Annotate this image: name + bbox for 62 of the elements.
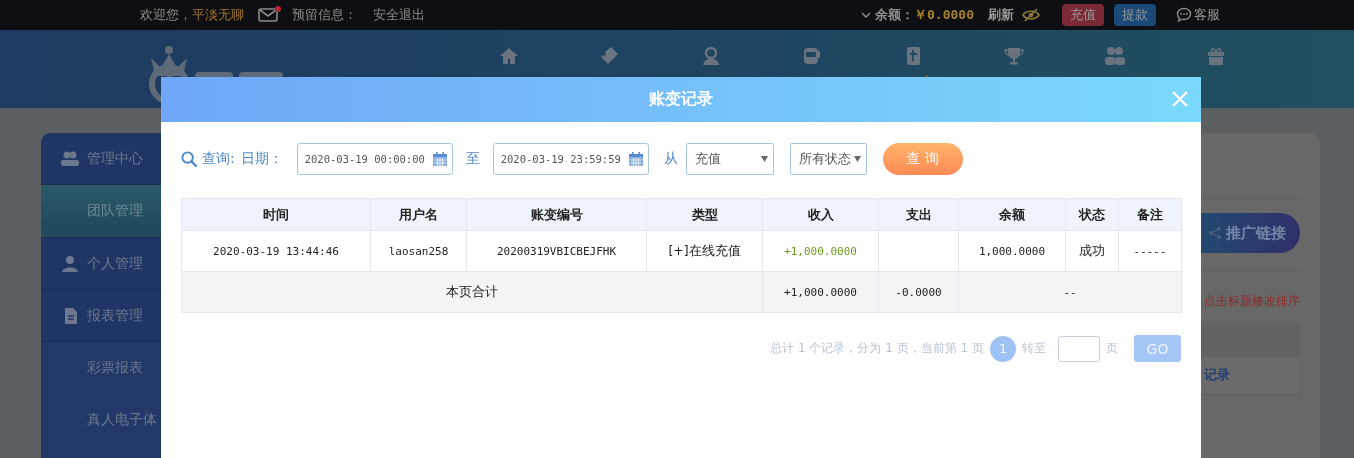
- username-link[interactable]: 平淡无聊: [192, 6, 244, 24]
- column-header[interactable]: 时间: [181, 198, 371, 231]
- column-header[interactable]: 用户名: [370, 198, 467, 231]
- close-icon[interactable]: [1171, 90, 1189, 108]
- end-date-field[interactable]: 2020-03-19 23:59:59: [492, 143, 649, 175]
- to-label: 至: [465, 150, 480, 168]
- table-cell: 2020-03-19 13:44:46: [181, 230, 371, 272]
- column-header[interactable]: 备注: [1118, 198, 1182, 231]
- page-unit-label: 页: [1106, 340, 1118, 357]
- balance-label: 余额：: [875, 6, 915, 24]
- table-cell: +1,000.0000: [762, 271, 879, 313]
- users-icon[interactable]: [1104, 46, 1125, 66]
- table-cell: [+]在线充值: [646, 230, 763, 272]
- logout-link[interactable]: 安全退出: [373, 6, 425, 24]
- slot-machine-icon[interactable]: [801, 46, 822, 66]
- query-label: 查询:: [202, 150, 235, 168]
- column-header[interactable]: 类型: [646, 198, 763, 231]
- balance-value: ￥0.0000: [914, 6, 974, 24]
- column-header[interactable]: 状态: [1065, 198, 1119, 231]
- caret-icon: [760, 156, 768, 162]
- refresh-link[interactable]: 刷新: [988, 6, 1014, 24]
- calendar-icon[interactable]: [627, 151, 644, 167]
- reserved-info-label: 预留信息：: [292, 6, 357, 24]
- table-cell: --: [958, 271, 1182, 313]
- table-cell: laosan258: [370, 230, 467, 272]
- table-cell: 成功: [1065, 230, 1119, 272]
- pagination-summary: 总计 1 个记录，分为 1 页，当前第 1 页: [770, 340, 984, 357]
- from-label: 从: [663, 150, 678, 168]
- table-cell: 1,000.0000: [958, 230, 1066, 272]
- start-date-field[interactable]: 2020-03-19 00:00:00: [296, 143, 453, 175]
- status-dropdown[interactable]: 所有状态: [789, 143, 867, 175]
- customer-service-link[interactable]: 客服: [1176, 6, 1220, 24]
- chevron-down-icon[interactable]: [861, 12, 872, 18]
- table-cell: -0.0000: [878, 271, 959, 313]
- person-headset-icon[interactable]: [700, 46, 721, 66]
- home-icon[interactable]: [498, 46, 519, 66]
- eye-slash-icon[interactable]: [1022, 8, 1040, 22]
- column-header[interactable]: 收入: [762, 198, 879, 231]
- type-dropdown[interactable]: 充值: [685, 143, 774, 175]
- deposit-button[interactable]: 充值: [1062, 4, 1104, 26]
- share-icon: [1208, 226, 1222, 240]
- users-icon: [61, 149, 79, 168]
- caret-icon: [853, 156, 861, 162]
- table-cell: 20200319VBICBEJFHK: [466, 230, 647, 272]
- table-cell: +1,000.0000: [762, 230, 879, 272]
- table-cell: 本页合计: [181, 271, 763, 313]
- date-label: 日期：: [240, 150, 283, 168]
- gift-icon[interactable]: [1205, 46, 1226, 66]
- chat-bubble-icon: [1176, 7, 1192, 23]
- column-header[interactable]: 账变编号: [466, 198, 647, 231]
- dialog-title: 账变记录: [649, 89, 713, 110]
- page-input-field[interactable]: [1058, 335, 1100, 362]
- calendar-icon[interactable]: [431, 151, 448, 167]
- search-icon: [181, 150, 198, 168]
- goto-label: 转至: [1022, 340, 1046, 357]
- welcome-text: 欢迎您，: [140, 6, 192, 24]
- column-header[interactable]: 余额: [958, 198, 1066, 231]
- column-header[interactable]: 支出: [878, 198, 959, 231]
- person-icon: [61, 254, 79, 273]
- table-cell: -----: [1118, 230, 1182, 272]
- trophy-icon[interactable]: [1003, 46, 1024, 66]
- ticket-icon[interactable]: [599, 46, 620, 66]
